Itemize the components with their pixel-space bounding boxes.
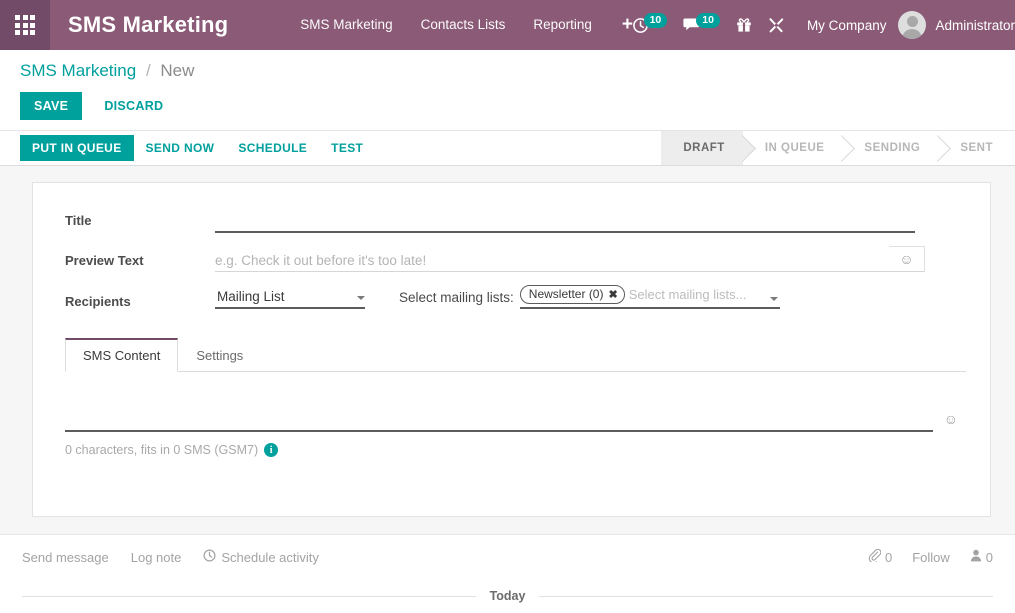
- remove-tag-icon[interactable]: ✖: [608, 288, 617, 301]
- tags-chevron-down-icon: [769, 297, 778, 301]
- stage-pipeline: DRAFT IN QUEUE SENDING SENT: [661, 131, 1015, 165]
- preview-text-label: Preview Text: [65, 253, 144, 268]
- today-label: Today: [489, 589, 526, 603]
- attachments-button[interactable]: 0: [868, 548, 893, 565]
- tab-sms-content[interactable]: SMS Content: [65, 338, 179, 372]
- messages-button[interactable]: 10: [677, 13, 726, 33]
- form-sheet: Title Preview Text ☺ Recipients Mailing …: [32, 182, 991, 517]
- breadcrumb-separator: /: [145, 61, 151, 80]
- recipients-select[interactable]: Mailing List: [215, 287, 365, 309]
- follow-label: Follow: [912, 549, 950, 565]
- app-brand-title[interactable]: SMS Marketing: [68, 12, 228, 38]
- sms-body-textarea[interactable]: [65, 384, 933, 432]
- discard-button[interactable]: DISCARD: [92, 92, 175, 120]
- schedule-activity-button[interactable]: Schedule activity: [203, 549, 319, 565]
- chatter: Send message Log note Schedule activity: [0, 534, 1015, 613]
- log-note-label: Log note: [130, 549, 182, 565]
- stage-sending[interactable]: SENDING: [842, 131, 939, 165]
- mailing-lists-label: Select mailing lists:: [399, 290, 514, 305]
- main-menu: SMS Marketing Contacts Lists Reporting +: [286, 0, 649, 50]
- send-message-label: Send message: [22, 549, 109, 565]
- menu-item-reporting[interactable]: Reporting: [519, 0, 606, 50]
- followers-button[interactable]: 0: [970, 549, 993, 565]
- title-input[interactable]: [215, 211, 915, 233]
- preview-input-wrap: ☺: [215, 246, 925, 272]
- statusbar-buttons: PUT IN QUEUE SEND NOW SCHEDULE TEST: [0, 131, 375, 165]
- messages-badge: 10: [696, 13, 720, 28]
- preview-emoji-icon[interactable]: ☺: [889, 246, 925, 272]
- title-label: Title: [65, 213, 92, 228]
- stage-in-queue[interactable]: IN QUEUE: [742, 131, 843, 165]
- notebook-tab-strip: SMS Content Settings: [65, 337, 966, 372]
- gift-button[interactable]: [730, 17, 758, 33]
- test-button[interactable]: TEST: [319, 135, 375, 161]
- clock-icon: [203, 549, 216, 565]
- form-page-background: Title Preview Text ☺ Recipients Mailing …: [0, 166, 1015, 534]
- user-menu[interactable]: Administrator: [898, 11, 1015, 39]
- activity-clock-button[interactable]: 10: [626, 13, 674, 34]
- separator-line-right: [539, 595, 994, 597]
- log-note-button[interactable]: Log note: [131, 550, 182, 565]
- top-navbar: SMS Marketing SMS Marketing Contacts Lis…: [0, 0, 1015, 50]
- info-icon[interactable]: i: [264, 443, 279, 457]
- record-actions: SAVE DISCARD: [20, 81, 1015, 130]
- preview-text-input[interactable]: [215, 251, 889, 272]
- notebook-tab-body: ☺ 0 characters, fits in 0 SMS (GSM7) i: [57, 372, 966, 457]
- tools-wrench-icon: [768, 17, 785, 34]
- follow-button[interactable]: Follow: [912, 550, 950, 565]
- user-name-label: Administrator: [935, 17, 1015, 33]
- apps-menu-button[interactable]: [0, 0, 50, 50]
- put-in-queue-button[interactable]: PUT IN QUEUE: [20, 135, 134, 161]
- control-panel: SMS Marketing / New SAVE DISCARD: [0, 50, 1015, 130]
- breadcrumb: SMS Marketing / New: [20, 50, 1015, 81]
- today-separator: Today: [22, 589, 994, 603]
- schedule-button[interactable]: SCHEDULE: [226, 135, 319, 161]
- attachment-count: 0: [884, 549, 893, 565]
- menu-item-sms-marketing[interactable]: SMS Marketing: [286, 0, 406, 50]
- stage-draft[interactable]: DRAFT: [661, 131, 743, 165]
- send-now-button[interactable]: SEND NOW: [134, 135, 227, 161]
- avatar: [898, 11, 927, 39]
- breadcrumb-current: New: [160, 61, 195, 80]
- title-input-wrap: [215, 211, 915, 233]
- tab-settings[interactable]: Settings: [178, 338, 261, 372]
- character-counter: 0 characters, fits in 0 SMS (GSM7) i: [65, 443, 958, 457]
- apps-grid-icon: [15, 15, 35, 35]
- field-row-preview-text: Preview Text ☺: [33, 246, 990, 272]
- field-row-title: Title: [33, 211, 990, 233]
- notebook: SMS Content Settings ☺ 0 characters, fit…: [33, 337, 990, 457]
- menu-item-contacts-lists[interactable]: Contacts Lists: [407, 0, 520, 50]
- mailing-list-tag-newsletter[interactable]: Newsletter (0) ✖: [519, 285, 625, 304]
- send-message-button[interactable]: Send message: [22, 550, 109, 565]
- breadcrumb-root-link[interactable]: SMS Marketing: [20, 61, 136, 80]
- recipients-select-wrap: Mailing List: [215, 287, 367, 309]
- sms-body-wrap: ☺: [65, 384, 958, 432]
- developer-tools-button[interactable]: [762, 17, 791, 34]
- field-row-recipients: Recipients Mailing List Select mailing l…: [33, 285, 990, 309]
- statusbar: PUT IN QUEUE SEND NOW SCHEDULE TEST DRAF…: [0, 130, 1015, 166]
- schedule-activity-label: Schedule activity: [221, 549, 319, 565]
- company-switcher[interactable]: My Company: [795, 18, 899, 33]
- chatter-toolbar: Send message Log note Schedule activity: [22, 548, 993, 565]
- sms-emoji-icon[interactable]: ☺: [944, 412, 958, 426]
- gift-icon: [736, 17, 752, 33]
- mailing-lists-placeholder: Select mailing lists...: [628, 287, 747, 302]
- follower-count: 0: [985, 549, 993, 565]
- user-icon: [970, 549, 982, 565]
- chatter-stats: 0 Follow 0: [868, 548, 993, 565]
- character-counter-text: 0 characters, fits in 0 SMS (GSM7): [65, 443, 259, 457]
- systray: 10 10 My Company Administrator: [626, 0, 1015, 50]
- mailing-list-tag-label: Newsletter (0): [528, 287, 604, 301]
- mailing-lists-tags-field[interactable]: Newsletter (0) ✖ Select mailing lists...: [519, 285, 780, 309]
- separator-line-left: [22, 595, 476, 597]
- activity-badge: 10: [643, 13, 668, 28]
- save-button[interactable]: SAVE: [20, 92, 83, 120]
- recipients-label: Recipients: [65, 294, 131, 309]
- paperclip-icon: [868, 548, 882, 565]
